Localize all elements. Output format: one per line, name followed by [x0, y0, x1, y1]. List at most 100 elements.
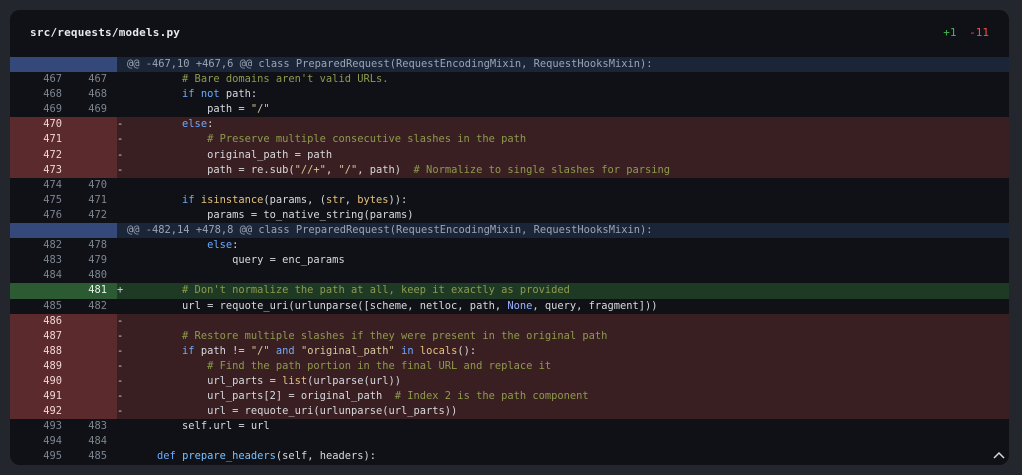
diff-line: 495 485 def prepare_headers(self, headers…	[10, 449, 1009, 465]
old-line-number[interactable]: 485	[10, 299, 62, 314]
new-line-number[interactable]	[72, 344, 107, 359]
code-text: # Preserve multiple consecutive slashes …	[207, 133, 527, 146]
old-line-number[interactable]: 495	[10, 449, 62, 464]
diff-marker: -	[117, 374, 124, 387]
diff-line: 491 - url_parts[2] = original_path # Inde…	[10, 389, 1009, 405]
diff-line: 488 - if path != "/" and "original_path" …	[10, 343, 1009, 359]
new-line-number[interactable]	[72, 117, 107, 132]
new-line-number[interactable]: 480	[72, 268, 107, 283]
new-line-number[interactable]: 468	[72, 87, 107, 102]
diff-marker: -	[117, 329, 124, 342]
chevron-up-icon[interactable]	[991, 449, 1007, 463]
new-line-number[interactable]: 472	[72, 208, 107, 223]
code-text: self.url = url	[132, 420, 270, 433]
old-line-number[interactable]: 484	[10, 268, 62, 283]
old-line-number[interactable]: 490	[10, 374, 62, 389]
code-text: original_path = path	[132, 148, 333, 161]
new-line-number[interactable]: 479	[72, 253, 107, 268]
code-text: url_parts[2] = original_path # Index 2 i…	[132, 390, 589, 403]
new-line-number[interactable]: 484	[72, 434, 107, 449]
code-text: query = enc_params	[132, 254, 345, 267]
hunk-header: @@ -467,10 +467,6 @@ class PreparedReque…	[10, 57, 1009, 73]
diff-line: 468 468 if not path:	[10, 87, 1009, 103]
old-line-number[interactable]: 470	[10, 117, 62, 132]
diff-marker: -	[117, 163, 124, 176]
old-line-number[interactable]: 468	[10, 87, 62, 102]
old-line-number[interactable]: 486	[10, 314, 62, 329]
diff-line: 487 - # Restore multiple slashes if they …	[10, 328, 1009, 344]
new-line-number[interactable]	[72, 132, 107, 147]
old-line-number[interactable]: 473	[10, 163, 62, 178]
diff-marker: -	[117, 405, 124, 418]
old-line-number[interactable]: 488	[10, 344, 62, 359]
new-line-number[interactable]: 471	[72, 193, 107, 208]
additions-count: +1	[943, 26, 957, 39]
diff-line: 481 + # Don't normalize the path at all, …	[10, 283, 1009, 299]
old-line-number[interactable]: 467	[10, 72, 62, 87]
diff-line: 473 - path = re.sub("//+", "/", path) # N…	[10, 162, 1009, 178]
code-text: # Bare domains aren't valid URLs.	[182, 73, 389, 86]
old-line-number[interactable]	[10, 283, 62, 298]
new-line-number[interactable]	[72, 314, 107, 329]
file-header: src/requests/models.py +1 -11	[10, 10, 1009, 56]
new-line-number[interactable]: 481	[72, 283, 107, 298]
diff-marker: +	[117, 284, 124, 297]
new-line-number[interactable]: 483	[72, 419, 107, 434]
diff-line: 489 - # Find the path portion in the fina…	[10, 358, 1009, 374]
diff-line: 470 - else:	[10, 117, 1009, 133]
file-path[interactable]: src/requests/models.py	[30, 26, 180, 39]
diff-line: 482 478 else:	[10, 238, 1009, 254]
old-line-number[interactable]: 476	[10, 208, 62, 223]
old-line-number[interactable]: 493	[10, 419, 62, 434]
diff-marker: -	[117, 314, 124, 327]
old-line-number[interactable]: 471	[10, 132, 62, 147]
code-text: # Don't normalize the path at all, keep …	[182, 284, 570, 297]
old-line-number[interactable]: 472	[10, 148, 62, 163]
diff-line: 493 483 self.url = url	[10, 419, 1009, 435]
old-line-number[interactable]: 487	[10, 329, 62, 344]
diff-line: 485 482 url = requote_uri(urlunparse([sch…	[10, 298, 1009, 314]
new-line-number[interactable]: 482	[72, 299, 107, 314]
old-line-number[interactable]: 483	[10, 253, 62, 268]
old-line-number[interactable]: 494	[10, 434, 62, 449]
new-line-number[interactable]: 478	[72, 238, 107, 253]
new-line-number[interactable]	[72, 163, 107, 178]
new-line-number[interactable]: 469	[72, 102, 107, 117]
old-line-number[interactable]: 475	[10, 193, 62, 208]
new-line-number[interactable]	[72, 359, 107, 374]
new-line-number[interactable]	[72, 404, 107, 419]
old-line-number[interactable]: 474	[10, 178, 62, 193]
code-text: url = requote_uri(urlunparse([scheme, ne…	[132, 299, 658, 312]
diff-line: 469 469 path = "/"	[10, 102, 1009, 118]
new-line-number[interactable]	[72, 374, 107, 389]
diff-stats: +1 -11	[943, 26, 989, 39]
code-text: else:	[182, 118, 214, 131]
old-line-number[interactable]: 492	[10, 404, 62, 419]
new-line-number[interactable]	[72, 389, 107, 404]
line-gutter	[10, 57, 117, 73]
diff-line: 467 467 # Bare domains aren't valid URLs.	[10, 72, 1009, 88]
new-line-number[interactable]	[72, 329, 107, 344]
diff-line: 476 472 params = to_native_string(params)	[10, 207, 1009, 224]
diff-marker: -	[117, 344, 124, 357]
diff-marker: -	[117, 133, 124, 146]
old-line-number[interactable]: 469	[10, 102, 62, 117]
old-line-number[interactable]: 489	[10, 359, 62, 374]
new-line-number[interactable]: 467	[72, 72, 107, 87]
diff-line: 471 - # Preserve multiple consecutive sla…	[10, 132, 1009, 148]
old-line-number[interactable]: 491	[10, 389, 62, 404]
new-line-number[interactable]	[72, 148, 107, 163]
hunk-header: @@ -482,14 +478,8 @@ class PreparedReque…	[10, 223, 1009, 239]
code-text: path = re.sub("//+", "/", path) # Normal…	[132, 163, 671, 176]
diff-line: 484 480	[10, 268, 1009, 284]
new-line-number[interactable]: 485	[72, 449, 107, 464]
old-line-number[interactable]: 482	[10, 238, 62, 253]
diff-line: 475 471 if isinstance(params, (str, bytes…	[10, 192, 1009, 208]
code-text: def prepare_headers(self, headers):	[157, 450, 377, 463]
diff-marker: -	[117, 390, 124, 403]
code-text: else:	[207, 239, 239, 252]
code-text: # Find the path portion in the final URL…	[207, 359, 552, 372]
code-text: # Restore multiple slashes if they were …	[182, 329, 608, 342]
code-text: path = "/"	[132, 103, 270, 116]
new-line-number[interactable]: 470	[72, 178, 107, 193]
